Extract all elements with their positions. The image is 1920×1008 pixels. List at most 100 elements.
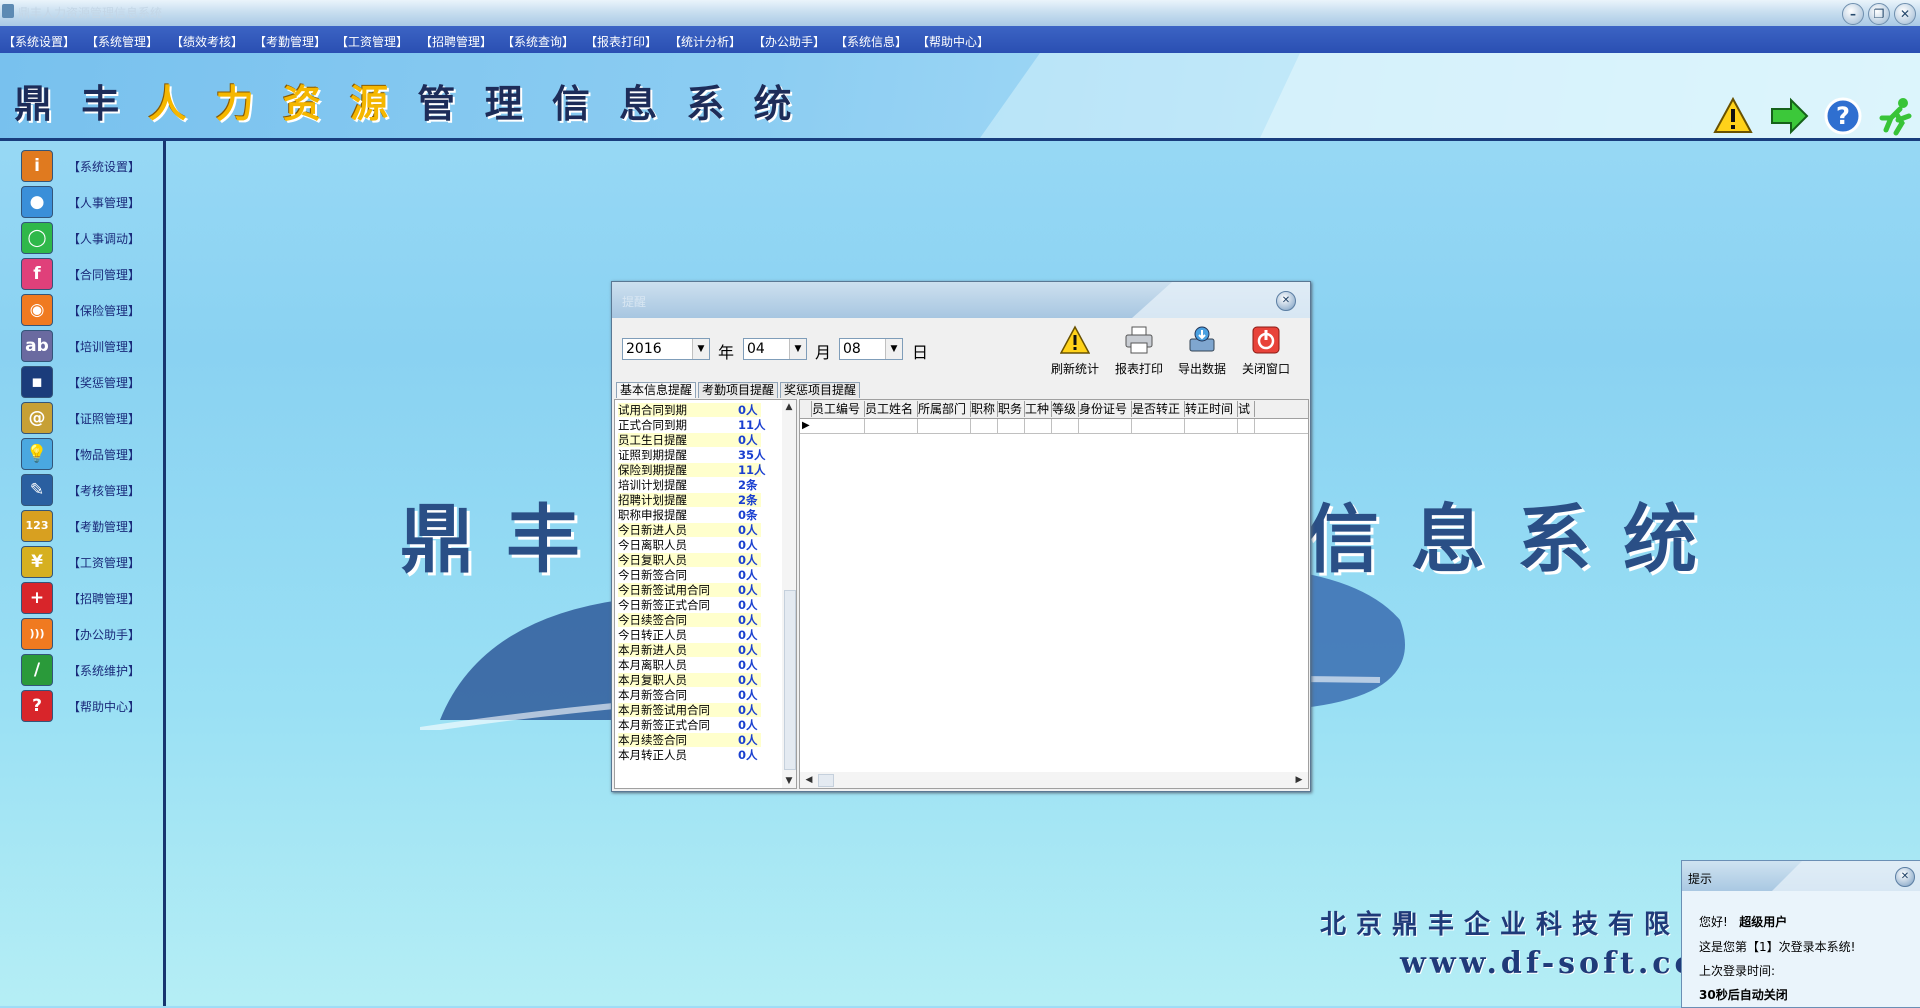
- menu-item-3[interactable]: 【考勤管理】: [254, 33, 326, 50]
- grid-cell[interactable]: [1079, 419, 1132, 433]
- grid-cell[interactable]: [918, 419, 971, 433]
- menu-item-10[interactable]: 【系统信息】: [835, 33, 907, 50]
- scroll-right-icon[interactable]: ▶: [1292, 773, 1306, 787]
- list-item[interactable]: 保险到期提醒 11人: [618, 463, 766, 477]
- list-item[interactable]: 本月转正人员 0人: [618, 748, 761, 762]
- sidebar-item-3[interactable]: f 【合同管理】: [18, 257, 158, 291]
- list-item[interactable]: 培训计划提醒 2条: [618, 478, 761, 492]
- sidebar-item-11[interactable]: ¥ 【工资管理】: [18, 545, 158, 579]
- scroll-up-icon[interactable]: ▲: [782, 400, 796, 414]
- grid-cell[interactable]: [1052, 419, 1079, 433]
- list-item[interactable]: 正式合同到期 11人: [618, 418, 766, 432]
- list-item[interactable]: 试用合同到期 0人: [618, 403, 761, 417]
- list-item[interactable]: 招聘计划提醒 2条: [618, 493, 761, 507]
- sidebar-item-10[interactable]: 123 【考勤管理】: [18, 509, 158, 543]
- grid-cell[interactable]: [998, 419, 1025, 433]
- list-item[interactable]: 职称申报提醒 0条: [618, 508, 761, 522]
- menu-item-6[interactable]: 【系统查询】: [502, 33, 574, 50]
- notification-close-button[interactable]: ✕: [1895, 867, 1915, 887]
- dialog-title-bar[interactable]: 提醒 ✕: [612, 282, 1310, 318]
- refresh-stats-button[interactable]: 刷新统计: [1045, 322, 1105, 380]
- menu-item-2[interactable]: 【绩效考核】: [171, 33, 243, 50]
- list-item[interactable]: 本月新签正式合同 0人: [618, 718, 761, 732]
- exit-runner-icon[interactable]: [1876, 96, 1916, 136]
- list-item[interactable]: 证照到期提醒 35人: [618, 448, 766, 462]
- scroll-left-icon[interactable]: ◀: [802, 773, 816, 787]
- grid-cell[interactable]: [1025, 419, 1052, 433]
- sidebar-item-7[interactable]: @ 【证照管理】: [18, 401, 158, 435]
- chevron-down-icon[interactable]: ▼: [692, 339, 709, 359]
- menu-item-9[interactable]: 【办公助手】: [753, 33, 825, 50]
- dialog-close-button[interactable]: ✕: [1276, 291, 1296, 311]
- year-select[interactable]: 2016 ▼: [622, 338, 710, 360]
- close-button[interactable]: ✕: [1894, 3, 1916, 25]
- list-item[interactable]: 今日转正人员 0人: [618, 628, 761, 642]
- scroll-thumb[interactable]: [784, 590, 796, 770]
- menu-item-8[interactable]: 【统计分析】: [669, 33, 741, 50]
- restore-button[interactable]: ❐: [1868, 3, 1890, 25]
- grid-cell[interactable]: [1238, 419, 1255, 433]
- list-item[interactable]: 本月新签合同 0人: [618, 688, 761, 702]
- column-header[interactable]: 工种: [1025, 401, 1052, 417]
- list-item[interactable]: 今日复职人员 0人: [618, 553, 761, 567]
- reminder-list-scrollbar[interactable]: ▲ ▼: [782, 400, 796, 788]
- list-item[interactable]: 本月新签试用合同 0人: [618, 703, 761, 717]
- minimize-button[interactable]: –: [1842, 3, 1864, 25]
- tab-basic-info[interactable]: 基本信息提醒: [616, 382, 697, 398]
- tab-attendance[interactable]: 考勤项目提醒: [698, 382, 779, 398]
- print-report-button[interactable]: 报表打印: [1109, 322, 1169, 380]
- column-header[interactable]: 是否转正: [1132, 401, 1185, 417]
- column-header[interactable]: 试: [1238, 401, 1255, 417]
- column-header[interactable]: 所属部门: [918, 401, 971, 417]
- grid-cell[interactable]: [971, 419, 998, 433]
- arrow-right-icon[interactable]: [1769, 96, 1809, 136]
- grid-cell[interactable]: [812, 419, 865, 433]
- window-title-bar[interactable]: 鼎丰人力资源管理信息系统 – ❐ ✕: [0, 0, 1920, 26]
- sidebar-item-4[interactable]: ◉ 【保险管理】: [18, 293, 158, 327]
- list-item[interactable]: 今日新进人员 0人: [618, 523, 761, 537]
- list-item[interactable]: 今日离职人员 0人: [618, 538, 761, 552]
- column-header[interactable]: 员工姓名: [865, 401, 918, 417]
- sidebar-item-8[interactable]: 💡 【物品管理】: [18, 437, 158, 471]
- h-scroll-thumb[interactable]: [818, 774, 834, 787]
- grid-cell[interactable]: [1132, 419, 1185, 433]
- list-item[interactable]: 本月新进人员 0人: [618, 643, 761, 657]
- export-data-button[interactable]: 导出数据: [1172, 322, 1232, 380]
- menu-item-4[interactable]: 【工资管理】: [336, 33, 408, 50]
- list-item[interactable]: 本月续签合同 0人: [618, 733, 761, 747]
- chevron-down-icon[interactable]: ▼: [885, 339, 902, 359]
- column-header[interactable]: 员工编号: [812, 401, 865, 417]
- sidebar-item-14[interactable]: / 【系统维护】: [18, 653, 158, 687]
- column-header[interactable]: 转正时间: [1185, 401, 1238, 417]
- menu-item-1[interactable]: 【系统管理】: [86, 33, 158, 50]
- month-select[interactable]: 04 ▼: [743, 338, 807, 360]
- sidebar-item-12[interactable]: + 【招聘管理】: [18, 581, 158, 615]
- list-item[interactable]: 今日新签正式合同 0人: [618, 598, 761, 612]
- grid-cell[interactable]: [865, 419, 918, 433]
- list-item[interactable]: 今日新签合同 0人: [618, 568, 761, 582]
- sidebar-item-1[interactable]: ● 【人事管理】: [18, 185, 158, 219]
- menu-item-11[interactable]: 【帮助中心】: [917, 33, 989, 50]
- column-header[interactable]: 等级: [1052, 401, 1079, 417]
- list-item[interactable]: 本月复职人员 0人: [618, 673, 761, 687]
- grid-horizontal-scrollbar[interactable]: ◀ ▶: [800, 772, 1308, 788]
- column-header[interactable]: 职称: [971, 401, 998, 417]
- sidebar-item-13[interactable]: ))) 【办公助手】: [18, 617, 158, 651]
- sidebar-item-2[interactable]: ◯ 【人事调动】: [18, 221, 158, 255]
- help-icon[interactable]: ?: [1823, 96, 1863, 136]
- grid-cell[interactable]: [1185, 419, 1238, 433]
- menu-item-0[interactable]: 【系统设置】: [3, 33, 75, 50]
- day-select[interactable]: 08 ▼: [839, 338, 903, 360]
- list-item[interactable]: 今日新签试用合同 0人: [618, 583, 761, 597]
- list-item[interactable]: 本月离职人员 0人: [618, 658, 761, 672]
- sidebar-item-9[interactable]: ✎ 【考核管理】: [18, 473, 158, 507]
- sidebar-item-15[interactable]: ? 【帮助中心】: [18, 689, 158, 723]
- sidebar-item-0[interactable]: i 【系统设置】: [18, 149, 158, 183]
- list-item[interactable]: 员工生日提醒 0人: [618, 433, 761, 447]
- list-item[interactable]: 今日续签合同 0人: [618, 613, 761, 627]
- tab-rewards[interactable]: 奖惩项目提醒: [780, 382, 861, 398]
- sidebar-item-5[interactable]: ab 【培训管理】: [18, 329, 158, 363]
- scroll-down-icon[interactable]: ▼: [782, 774, 796, 788]
- menu-item-5[interactable]: 【招聘管理】: [420, 33, 492, 50]
- column-header[interactable]: 职务: [998, 401, 1025, 417]
